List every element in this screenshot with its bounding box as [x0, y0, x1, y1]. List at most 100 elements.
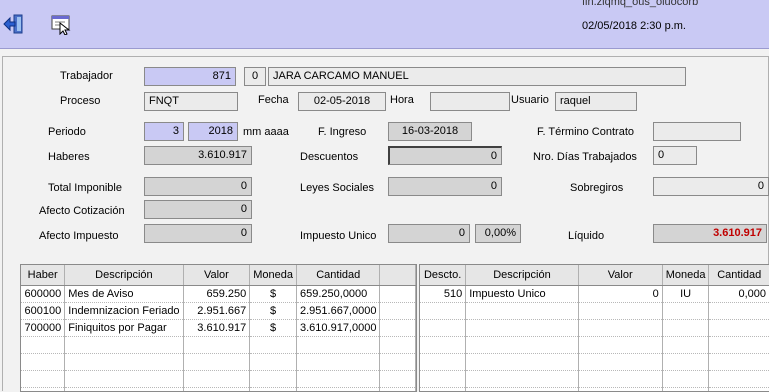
- descto-code-cell[interactable]: [420, 354, 466, 371]
- extra-cell[interactable]: [380, 303, 416, 320]
- descto-code-cell[interactable]: 510: [420, 286, 466, 303]
- currency-cell[interactable]: [662, 354, 709, 371]
- hora-field[interactable]: [430, 92, 510, 111]
- value-cell[interactable]: 2.951.667: [183, 303, 250, 320]
- currency-cell[interactable]: [250, 354, 297, 371]
- haber-code-cell[interactable]: [21, 354, 65, 371]
- extra-cell[interactable]: [380, 320, 416, 337]
- description-cell[interactable]: [65, 354, 183, 371]
- quantity-cell[interactable]: 2.951.667,0000: [297, 303, 380, 320]
- description-cell[interactable]: [466, 337, 579, 354]
- descuentos-grid[interactable]: Descto. Descripción Valor Moneda Cantida…: [419, 264, 769, 392]
- value-cell[interactable]: [183, 371, 250, 388]
- trabajador-id-field[interactable]: 871: [144, 67, 236, 86]
- description-cell[interactable]: [466, 371, 579, 388]
- periodo-year-field[interactable]: 2018: [188, 122, 238, 141]
- description-cell[interactable]: Indemnizacion Feriado: [65, 303, 183, 320]
- column-header[interactable]: Descto.: [420, 265, 466, 286]
- table-row[interactable]: 700000Finiquitos por Pagar3.610.917$3.61…: [21, 320, 416, 337]
- quantity-cell[interactable]: [709, 337, 769, 354]
- column-header[interactable]: Cantidad: [709, 265, 769, 286]
- quantity-cell[interactable]: 659.250,0000: [297, 286, 380, 303]
- value-cell[interactable]: [578, 303, 662, 320]
- periodo-month-field[interactable]: 3: [144, 122, 184, 141]
- quantity-cell[interactable]: [709, 320, 769, 337]
- currency-cell[interactable]: [250, 371, 297, 388]
- value-cell[interactable]: [578, 371, 662, 388]
- table-row[interactable]: [21, 354, 416, 371]
- quantity-cell[interactable]: 3.610.917,0000: [297, 320, 380, 337]
- description-cell[interactable]: Impuesto Unico: [466, 286, 579, 303]
- currency-cell[interactable]: [662, 337, 709, 354]
- currency-cell[interactable]: IU: [662, 286, 709, 303]
- value-cell[interactable]: [578, 320, 662, 337]
- descto-code-cell[interactable]: [420, 337, 466, 354]
- column-header[interactable]: Moneda: [250, 265, 297, 286]
- quantity-cell[interactable]: [709, 303, 769, 320]
- descto-code-cell[interactable]: [420, 320, 466, 337]
- extra-cell[interactable]: [380, 354, 416, 371]
- table-row[interactable]: [420, 303, 769, 320]
- currency-cell[interactable]: [662, 320, 709, 337]
- form-window-icon[interactable]: [50, 13, 72, 35]
- currency-cell[interactable]: [250, 337, 297, 354]
- column-header[interactable]: [380, 265, 416, 286]
- quantity-cell[interactable]: [709, 354, 769, 371]
- descto-code-cell[interactable]: [420, 371, 466, 388]
- description-cell[interactable]: Mes de Aviso: [65, 286, 183, 303]
- haber-code-cell[interactable]: [21, 371, 65, 388]
- termino-field[interactable]: [653, 122, 741, 141]
- value-cell[interactable]: 659.250: [183, 286, 250, 303]
- value-cell[interactable]: [183, 354, 250, 371]
- description-cell[interactable]: [65, 337, 183, 354]
- column-header[interactable]: Descripción: [466, 265, 579, 286]
- haber-code-cell[interactable]: 700000: [21, 320, 65, 337]
- currency-cell[interactable]: $: [250, 320, 297, 337]
- column-header[interactable]: Descripción: [65, 265, 183, 286]
- extra-cell[interactable]: [380, 371, 416, 388]
- table-row[interactable]: [420, 320, 769, 337]
- value-cell[interactable]: [578, 354, 662, 371]
- table-row[interactable]: [21, 337, 416, 354]
- fecha-field[interactable]: 02-05-2018: [298, 92, 386, 111]
- extra-cell[interactable]: [380, 337, 416, 354]
- description-cell[interactable]: [466, 303, 579, 320]
- table-row[interactable]: 510Impuesto Unico0IU0,000: [420, 286, 769, 303]
- quantity-cell[interactable]: [709, 371, 769, 388]
- currency-cell[interactable]: [662, 371, 709, 388]
- column-header[interactable]: Valor: [183, 265, 250, 286]
- table-row[interactable]: [21, 371, 416, 388]
- haber-code-cell[interactable]: [21, 337, 65, 354]
- table-row[interactable]: 600100Indemnizacion Feriado2.951.667$2.9…: [21, 303, 416, 320]
- description-cell[interactable]: [466, 354, 579, 371]
- haber-code-cell[interactable]: 600100: [21, 303, 65, 320]
- currency-cell[interactable]: $: [250, 286, 297, 303]
- column-header[interactable]: Cantidad: [297, 265, 380, 286]
- column-header[interactable]: Valor: [578, 265, 662, 286]
- table-row[interactable]: [420, 354, 769, 371]
- description-cell[interactable]: [466, 320, 579, 337]
- column-header[interactable]: Moneda: [662, 265, 709, 286]
- value-cell[interactable]: 0: [578, 286, 662, 303]
- table-row[interactable]: [420, 371, 769, 388]
- extra-cell[interactable]: [380, 286, 416, 303]
- table-row[interactable]: 600000Mes de Aviso659.250$659.250,0000: [21, 286, 416, 303]
- haber-code-cell[interactable]: 600000: [21, 286, 65, 303]
- description-cell[interactable]: [65, 371, 183, 388]
- currency-cell[interactable]: $: [250, 303, 297, 320]
- trabajador-sub-field[interactable]: 0: [244, 67, 266, 86]
- exit-arrow-icon[interactable]: [3, 13, 25, 35]
- value-cell[interactable]: [183, 337, 250, 354]
- descto-code-cell[interactable]: [420, 303, 466, 320]
- quantity-cell[interactable]: [297, 371, 380, 388]
- quantity-cell[interactable]: [297, 354, 380, 371]
- proceso-field[interactable]: FNQT: [144, 92, 238, 111]
- currency-cell[interactable]: [662, 303, 709, 320]
- table-row[interactable]: [420, 337, 769, 354]
- quantity-cell[interactable]: [297, 337, 380, 354]
- quantity-cell[interactable]: 0,000: [709, 286, 769, 303]
- haberes-grid[interactable]: Haber Descripción Valor Moneda Cantidad …: [20, 264, 417, 392]
- description-cell[interactable]: Finiquitos por Pagar: [65, 320, 183, 337]
- column-header[interactable]: Haber: [21, 265, 65, 286]
- dias-field[interactable]: 0: [653, 146, 697, 165]
